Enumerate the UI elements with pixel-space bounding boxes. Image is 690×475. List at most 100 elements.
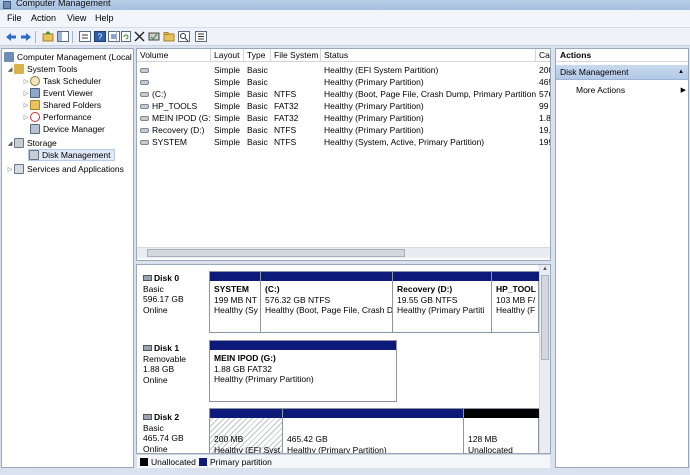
help-icon[interactable]: ?: [93, 30, 106, 43]
column-header-type[interactable]: Type: [244, 49, 271, 62]
tree-item-services[interactable]: ▷ Services and Applications: [6, 163, 124, 175]
actions-pane: Actions Disk Management ▲ More Actions ▶: [555, 48, 689, 468]
unallocated-bar: [464, 409, 539, 418]
column-header-volume[interactable]: Volume: [137, 49, 211, 62]
disk-type: Basic: [143, 283, 164, 294]
expand-arrow-icon[interactable]: ▷: [6, 166, 14, 173]
tree-item-shared-folders[interactable]: ▷ Shared Folders: [22, 99, 101, 111]
disk-2-label[interactable]: Disk 2 Basic 465.74 GB Online: [143, 412, 205, 453]
tree-item-system-tools[interactable]: ◢ System Tools: [6, 63, 77, 75]
volume-icon: [140, 92, 149, 98]
more-actions-item[interactable]: More Actions ▶: [576, 85, 686, 96]
volume-icon: [140, 140, 149, 146]
forward-arrow-icon[interactable]: [19, 30, 32, 43]
menu-action[interactable]: Action: [31, 13, 56, 23]
up-folder-icon[interactable]: [41, 30, 54, 43]
expand-arrow-icon[interactable]: ▷: [22, 78, 30, 85]
column-header-status[interactable]: Status: [321, 49, 536, 62]
tools-icon: [14, 64, 24, 74]
properties-icon[interactable]: [78, 30, 91, 43]
check-disk-icon[interactable]: [147, 30, 160, 43]
partition-status: Unallocated: [468, 444, 513, 454]
menu-view[interactable]: View: [67, 13, 86, 23]
volume-name: (C:): [152, 89, 167, 99]
table-cell-status: Healthy (Primary Partition): [324, 77, 424, 87]
tree-item-device-manager[interactable]: Device Manager: [30, 123, 105, 135]
partition-mein-ipod[interactable]: MEIN IPOD (G:) 1.88 GB FAT32 Healthy (Prim…: [210, 341, 396, 401]
table-cell-type: Basic: [247, 137, 268, 147]
table-row[interactable]: Simple Basic Healthy (EFI System Partition…: [137, 64, 550, 76]
tree-item-performance[interactable]: ▷ Performance: [22, 111, 92, 123]
tree-item-root[interactable]: Computer Management (Local: [4, 51, 132, 63]
table-cell-volume: [137, 64, 211, 76]
partition-recovery[interactable]: Recovery (D:) 19.55 GB NTFS Healthy (Prima…: [393, 272, 492, 332]
disk-size: 465.74 GB: [143, 433, 184, 443]
volume-icon: [140, 116, 149, 122]
back-arrow-icon[interactable]: [4, 30, 17, 43]
clock-icon: [30, 76, 40, 86]
primary-partition-bar: [492, 272, 539, 281]
table-row[interactable]: Recovery (D:) Simple Basic NTFS Healthy (Pri…: [137, 124, 550, 136]
table-cell-status: Healthy (EFI System Partition): [324, 65, 439, 75]
table-row[interactable]: Simple Basic Healthy (Primary Partition) 46…: [137, 76, 550, 88]
column-header-file-system[interactable]: File System: [271, 49, 321, 62]
horizontal-scrollbar[interactable]: [137, 247, 550, 258]
table-row[interactable]: (C:) Simple Basic NTFS Healthy (Boot, Page F…: [137, 88, 550, 100]
partition-efi[interactable]: 200 MB Healthy (EFI Syst: [210, 409, 283, 453]
collapse-arrow-icon[interactable]: ▲: [678, 65, 684, 80]
menu-help[interactable]: Help: [95, 13, 114, 23]
tree-item-disk-management[interactable]: Disk Management: [28, 149, 115, 161]
disk-1-label[interactable]: Disk 1 Removable 1.88 GB Online: [143, 343, 205, 385]
menu-file[interactable]: File: [7, 13, 22, 23]
computer-management-icon: [4, 52, 14, 62]
table-cell-volume: Recovery (D:): [137, 124, 211, 136]
tree-item-storage[interactable]: ◢ Storage: [6, 137, 57, 149]
table-cell-cap: 1.8: [539, 113, 551, 123]
disk-0-label[interactable]: Disk 0 Basic 596.17 GB Online: [143, 273, 205, 315]
primary-partition-bar: [261, 272, 392, 281]
partition-system[interactable]: SYSTEM 199 MB NT Healthy (Sy: [210, 272, 261, 332]
volume-name: HP_TOOLS: [152, 101, 198, 111]
tree-label: Disk Management: [42, 150, 111, 160]
column-header-capacity[interactable]: Ca: [536, 49, 550, 62]
show-hide-tree-icon[interactable]: [56, 30, 69, 43]
search-icon[interactable]: [177, 30, 190, 43]
partition-unallocated[interactable]: 128 MB Unallocated: [464, 409, 539, 454]
refresh-icon[interactable]: [119, 30, 132, 43]
partition-data[interactable]: 465.42 GB Healthy (Primary Partition): [283, 409, 464, 453]
primary-partition-bar: [393, 272, 491, 281]
tree-item-event-viewer[interactable]: ▷ Event Viewer: [22, 87, 93, 99]
table-row[interactable]: SYSTEM Simple Basic NTFS Healthy (System, Ac…: [137, 136, 550, 148]
open-folder-icon[interactable]: [162, 30, 175, 43]
partition-c[interactable]: (C:) 576.32 GB NTFS Healthy (Boot, Page Fi…: [261, 272, 393, 332]
disk-icon: [143, 275, 152, 281]
scroll-up-arrow-icon[interactable]: ▲: [542, 266, 548, 272]
table-cell-layout: Simple: [214, 89, 240, 99]
vertical-scrollbar[interactable]: ▲: [539, 265, 550, 453]
volume-icon: [140, 104, 149, 110]
scrollbar-thumb[interactable]: [147, 249, 405, 257]
delete-icon[interactable]: [133, 30, 146, 43]
table-cell-layout: Simple: [214, 125, 240, 135]
menu-bar: File Action View Help: [0, 10, 690, 28]
partition-hp-tools[interactable]: HP_TOOL 103 MB F/Healthy (F: [492, 272, 539, 332]
expand-arrow-icon[interactable]: ▷: [22, 90, 30, 97]
partition-detail: 576.32 GB NTFS: [265, 294, 331, 305]
table-row[interactable]: MEIN IPOD (G:) Simple Basic FAT32 Healthy (P…: [137, 112, 551, 124]
disk-0-partitions: SYSTEM 199 MB NT Healthy (Sy (C:) 576.32 GB…: [209, 271, 539, 333]
collapse-arrow-icon[interactable]: ◢: [6, 66, 14, 73]
column-header-layout[interactable]: Layout: [211, 49, 244, 62]
scrollbar-thumb[interactable]: [541, 275, 549, 360]
actions-section-disk-management[interactable]: Disk Management ▲: [556, 65, 688, 80]
tree-item-task-scheduler[interactable]: ▷ Task Scheduler: [22, 75, 101, 87]
tree-label: Task Scheduler: [43, 76, 102, 86]
collapse-arrow-icon[interactable]: ◢: [6, 140, 14, 147]
tree-label: Services and Applications: [27, 164, 124, 174]
expand-arrow-icon[interactable]: ▷: [22, 102, 30, 109]
table-row[interactable]: HP_TOOLS Simple Basic FAT32 Healthy (Primary…: [137, 100, 550, 112]
partition-status: Healthy (Primary Partiti: [397, 305, 485, 315]
window-title: Computer Management: [16, 0, 111, 8]
export-list-icon[interactable]: [194, 30, 207, 43]
actions-section-label: Disk Management: [560, 67, 629, 77]
expand-arrow-icon[interactable]: ▷: [22, 114, 30, 121]
